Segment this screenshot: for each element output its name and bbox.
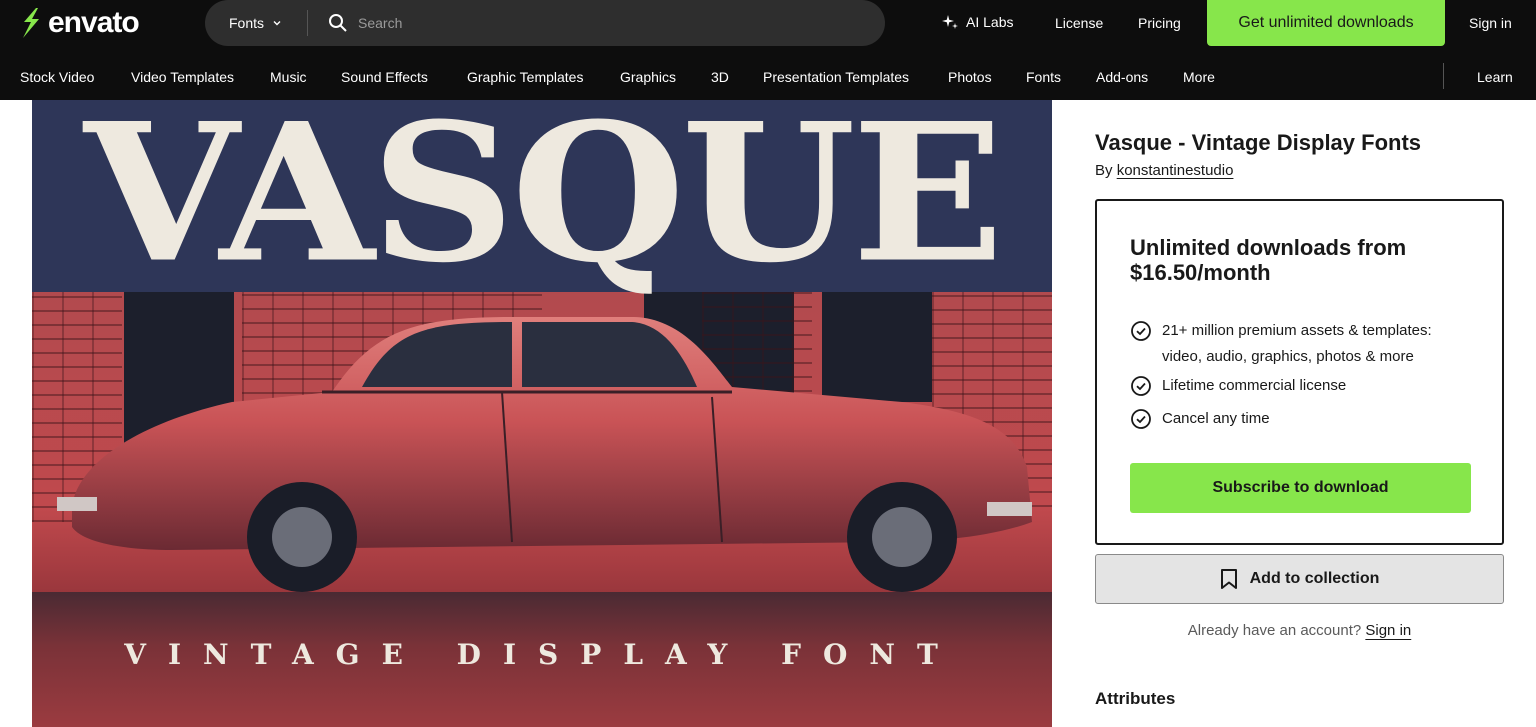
top-bar: envato Fonts AI Labs License Pricing Get… (0, 0, 1536, 46)
nav-3d[interactable]: 3D (711, 69, 729, 85)
sparkle-icon (942, 15, 958, 29)
subscribe-button[interactable]: Subscribe to download (1130, 463, 1471, 513)
bookmark-icon (1220, 569, 1237, 589)
feature-item: Cancel any time (1130, 406, 1270, 432)
item-title: Vasque - Vintage Display Fonts (1095, 130, 1422, 155)
attributes-heading: Attributes (1095, 689, 1176, 708)
nav-learn[interactable]: Learn (1477, 69, 1513, 85)
add-to-collection-button[interactable]: Add to collection (1095, 554, 1504, 604)
author-link[interactable]: konstantinestudio (1117, 162, 1234, 179)
nav-graphic-templates[interactable]: Graphic Templates (467, 69, 583, 85)
item-preview-image[interactable]: VASQUE VINTAGE DISPLAY FONT (32, 100, 1052, 727)
feature-item: 21+ million premium assets & templates: … (1130, 318, 1470, 370)
nav-graphics[interactable]: Graphics (620, 69, 676, 85)
check-circle-icon (1131, 409, 1151, 429)
nav-music[interactable]: Music (270, 69, 307, 85)
sign-in-link-secondary[interactable]: Sign in (1365, 622, 1411, 639)
pricing-heading: Unlimited downloads from $16.50/month (1130, 235, 1407, 285)
nav-fonts[interactable]: Fonts (1026, 69, 1061, 85)
ai-labs-label: AI Labs (966, 14, 1014, 30)
nav-stock-video[interactable]: Stock Video (20, 69, 94, 85)
preview-headline: VASQUE (83, 100, 1004, 306)
nav-add-ons[interactable]: Add-ons (1096, 69, 1148, 85)
search-input[interactable] (358, 15, 838, 31)
search-divider (307, 10, 308, 36)
sign-in-link[interactable]: Sign in (1469, 15, 1512, 31)
search-category-label: Fonts (229, 15, 265, 31)
feature-text: Cancel any time (1162, 410, 1270, 427)
feature-text: 21+ million premium assets & templates: … (1162, 322, 1432, 365)
chevron-down-icon (273, 21, 281, 26)
nav-sound-effects[interactable]: Sound Effects (341, 69, 428, 85)
add-to-collection-label: Add to collection (1249, 570, 1380, 587)
check-circle-icon (1131, 321, 1151, 341)
ai-labs-link[interactable]: AI Labs (942, 14, 1013, 30)
nav-photos[interactable]: Photos (948, 69, 992, 85)
by-label: By (1095, 162, 1113, 179)
envato-wordmark: envato (48, 6, 140, 39)
get-unlimited-downloads-button[interactable]: Get unlimited downloads (1207, 0, 1445, 46)
search-category-select[interactable]: Fonts (205, 15, 307, 31)
search-icon[interactable] (328, 13, 348, 33)
nav-video-templates[interactable]: Video Templates (131, 69, 234, 85)
license-link[interactable]: License (1055, 15, 1103, 31)
check-circle-icon (1131, 376, 1151, 396)
pricing-card: Unlimited downloads from $16.50/month 21… (1095, 199, 1504, 545)
envato-leaf-icon (23, 8, 39, 38)
pricing-link[interactable]: Pricing (1138, 15, 1181, 31)
account-prompt-text: Already have an account? (1187, 622, 1362, 639)
envato-logo[interactable]: envato (18, 6, 140, 40)
nav-more[interactable]: More (1183, 69, 1215, 85)
feature-item: Lifetime commercial license (1130, 373, 1346, 399)
nav-presentation-templates[interactable]: Presentation Templates (763, 69, 909, 85)
preview-subtitle: VINTAGE DISPLAY FONT (124, 638, 960, 671)
nav-divider (1443, 63, 1444, 89)
account-prompt: Already have an account? Sign in (1095, 622, 1504, 639)
search-bar: Fonts (205, 0, 885, 46)
category-nav: Stock Video Video Templates Music Sound … (0, 46, 1536, 100)
author-byline: By konstantinestudio (1095, 162, 1233, 179)
feature-text: Lifetime commercial license (1162, 377, 1347, 394)
